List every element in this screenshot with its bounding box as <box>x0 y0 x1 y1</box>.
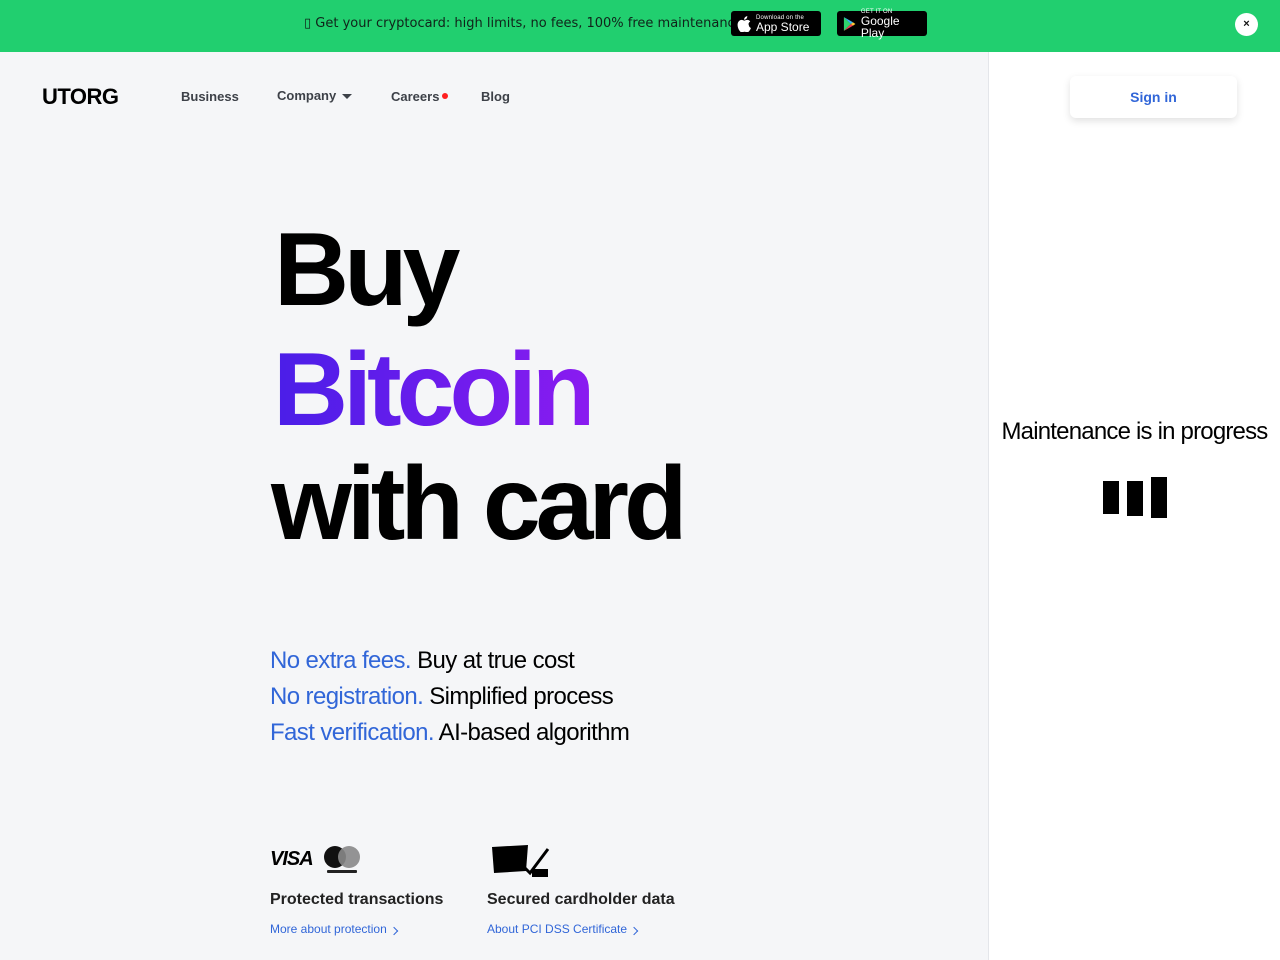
nav-blog[interactable]: Blog <box>481 89 510 104</box>
app-store-button[interactable]: Download on the App Store <box>731 11 821 36</box>
apple-icon <box>737 15 751 32</box>
chevron-right-icon <box>629 926 639 936</box>
more-about-protection-link[interactable]: More about protection <box>270 922 398 936</box>
google-play-icon <box>843 16 856 31</box>
pci-dss-icon <box>492 845 550 877</box>
hero-title-line-1: Buy <box>274 212 460 328</box>
chevron-down-icon <box>342 94 353 100</box>
feature-highlight: No registration. <box>270 683 424 710</box>
sign-in-button[interactable]: Sign in <box>1070 76 1237 118</box>
link-label: About PCI DSS Certificate <box>487 922 628 936</box>
secured-data-title: Secured cardholder data <box>487 891 675 908</box>
promo-banner: ▯ Get your cryptocard: high limits, no f… <box>0 0 1280 52</box>
hero-title-line-3: with card <box>271 446 688 562</box>
google-play-button[interactable]: GET IT ON Google Play <box>837 9 927 40</box>
feature-fast-verification: Fast verification. AI-based algorithm <box>270 719 630 747</box>
feature-text: AI-based algorithm <box>433 719 630 746</box>
chevron-right-icon <box>389 926 398 936</box>
feature-no-registration: No registration. Simplified process <box>270 683 614 711</box>
feature-no-fees: No extra fees. Buy at true cost <box>270 647 575 675</box>
nav-company[interactable]: Company <box>277 88 353 103</box>
close-banner-button[interactable]: × <box>1235 13 1258 36</box>
loading-bar <box>1127 481 1143 516</box>
feature-text: Buy at true cost <box>411 647 575 674</box>
protected-transactions-title: Protected transactions <box>270 891 444 908</box>
pci-certificate-link[interactable]: About PCI DSS Certificate <box>487 922 639 936</box>
nav-company-label: Company <box>277 88 337 103</box>
loading-bar <box>1151 477 1167 518</box>
app-store-label: App Store <box>756 19 810 34</box>
notification-dot <box>442 93 448 99</box>
maintenance-message: Maintenance is in progress <box>1001 418 1268 445</box>
feature-text: Simplified process <box>423 683 614 710</box>
feature-highlight: Fast verification. <box>270 719 435 746</box>
utorg-logo[interactable]: UTORG <box>42 84 119 110</box>
nav-business[interactable]: Business <box>181 89 239 104</box>
google-play-label: Google Play <box>860 13 900 40</box>
feature-highlight: No extra fees. <box>270 647 412 674</box>
loading-bar <box>1103 481 1119 514</box>
hero-title-line-2: Bitcoin <box>273 332 595 448</box>
promo-text: ▯ Get your cryptocard: high limits, no f… <box>304 16 747 31</box>
mastercard-icon <box>324 846 360 873</box>
nav-careers[interactable]: Careers <box>391 89 439 104</box>
link-label: More about protection <box>270 922 387 936</box>
visa-logo: VISA <box>270 848 314 870</box>
